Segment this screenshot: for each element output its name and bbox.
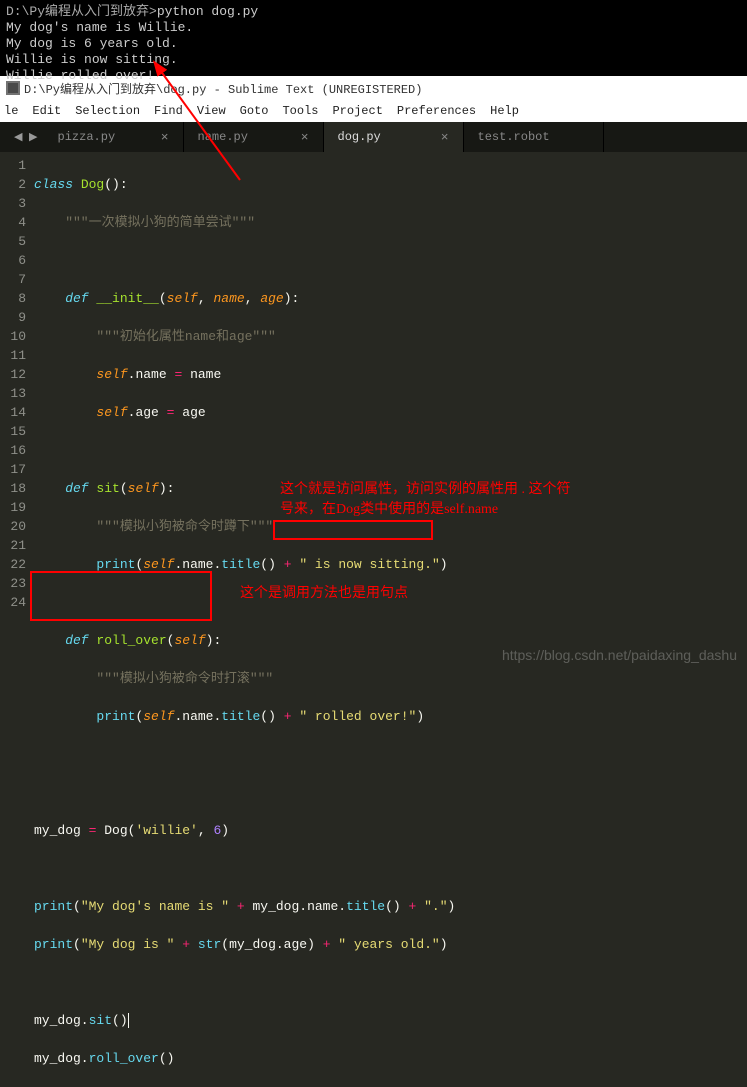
menu-goto[interactable]: Goto xyxy=(240,104,269,118)
annotation-box-1 xyxy=(273,520,433,540)
close-icon[interactable]: × xyxy=(441,130,449,145)
line-number: 9 xyxy=(0,308,26,327)
line-number: 10 xyxy=(0,327,26,346)
tab-label: dog.py xyxy=(338,130,381,144)
line-number: 17 xyxy=(0,460,26,479)
line-number: 3 xyxy=(0,194,26,213)
line-number: 1 xyxy=(0,156,26,175)
watermark: https://blog.csdn.net/paidaxing_dashu xyxy=(502,647,737,663)
close-icon[interactable]: × xyxy=(161,130,169,145)
line-number: 20 xyxy=(0,517,26,536)
line-number: 16 xyxy=(0,441,26,460)
menu-project[interactable]: Project xyxy=(332,104,382,118)
annotation-box-2 xyxy=(30,571,212,621)
window-title: D:\Py编程从入门到放弃\dog.py - Sublime Text (UNR… xyxy=(24,80,422,97)
line-number: 23 xyxy=(0,574,26,593)
line-number: 6 xyxy=(0,251,26,270)
menu-find[interactable]: Find xyxy=(154,104,183,118)
tab-test[interactable]: test.robot xyxy=(464,122,604,152)
line-number: 8 xyxy=(0,289,26,308)
menu-selection[interactable]: Selection xyxy=(75,104,140,118)
tab-nav-arrows[interactable]: ◀ ▶ xyxy=(8,122,44,152)
menu-file[interactable]: le xyxy=(4,104,18,118)
line-number: 13 xyxy=(0,384,26,403)
line-number: 18 xyxy=(0,479,26,498)
line-number: 7 xyxy=(0,270,26,289)
menu-view[interactable]: View xyxy=(197,104,226,118)
terminal-output: D:\Py编程从入门到放弃>python dog.py My dog's nam… xyxy=(0,0,747,76)
tab-pizza[interactable]: pizza.py × xyxy=(44,122,184,152)
tab-label: name.py xyxy=(198,130,248,144)
menu-help[interactable]: Help xyxy=(490,104,519,118)
terminal-cmd: python dog.py xyxy=(157,4,258,19)
menu-tools[interactable]: Tools xyxy=(282,104,318,118)
line-number: 21 xyxy=(0,536,26,555)
tab-label: pizza.py xyxy=(58,130,116,144)
menu-preferences[interactable]: Preferences xyxy=(397,104,476,118)
annotation-text-3: 这个是调用方法也是用句点 xyxy=(240,582,408,602)
line-number: 14 xyxy=(0,403,26,422)
app-icon xyxy=(6,81,20,95)
annotation-text-1: 这个就是访问属性，访问实例的属性用 . 这个符 xyxy=(280,478,571,498)
tab-label: test.robot xyxy=(478,130,550,144)
line-gutter: 1 2 3 4 5 6 7 8 9 10 11 12 13 14 15 16 1… xyxy=(0,152,34,673)
terminal-prompt: D:\Py编程从入门到放弃> xyxy=(6,4,157,19)
terminal-line: Willie is now sitting. xyxy=(6,52,178,67)
tab-bar: ◀ ▶ pizza.py × name.py × dog.py × test.robo… xyxy=(0,122,747,152)
tab-name[interactable]: name.py × xyxy=(184,122,324,152)
line-number: 4 xyxy=(0,213,26,232)
terminal-line: My dog is 6 years old. xyxy=(6,36,178,51)
menu-bar: le Edit Selection Find View Goto Tools P… xyxy=(0,100,747,122)
menu-edit[interactable]: Edit xyxy=(32,104,61,118)
close-icon[interactable]: × xyxy=(301,130,309,145)
line-number: 11 xyxy=(0,346,26,365)
tab-dog[interactable]: dog.py × xyxy=(324,122,464,152)
line-number: 5 xyxy=(0,232,26,251)
line-number: 19 xyxy=(0,498,26,517)
line-number: 12 xyxy=(0,365,26,384)
line-number: 22 xyxy=(0,555,26,574)
window-titlebar: D:\Py编程从入门到放弃\dog.py - Sublime Text (UNR… xyxy=(0,76,747,100)
line-number: 15 xyxy=(0,422,26,441)
annotation-text-2: 号来，在Dog类中使用的是self.name xyxy=(280,498,498,518)
line-number: 24 xyxy=(0,593,26,612)
line-number: 2 xyxy=(0,175,26,194)
terminal-line: My dog's name is Willie. xyxy=(6,20,193,35)
